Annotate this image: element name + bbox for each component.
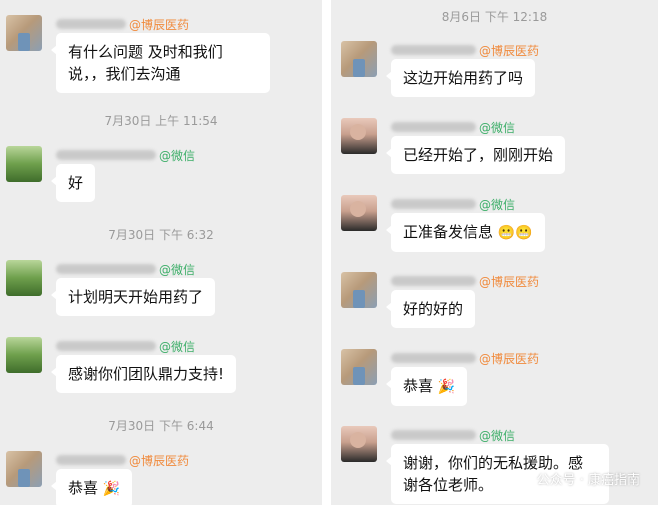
doctor-avatar[interactable] (341, 349, 377, 385)
timestamp: 7月30日 上午 11:54 (104, 114, 218, 128)
sender-org: @微信 (479, 197, 516, 212)
sender-org: @微信 (479, 120, 516, 135)
person-avatar[interactable] (341, 195, 377, 231)
timestamp: 8月6日 下午 12:18 (441, 10, 548, 24)
message-bubble[interactable]: 恭喜 🎉 (50, 469, 133, 505)
sender-meta: @微信 (391, 118, 515, 136)
message-text: 计划明天开始用药了 (68, 288, 204, 306)
person-avatar[interactable] (341, 426, 377, 462)
source-watermark: 公众号 · 康癌指南 (536, 473, 640, 488)
message-bubble[interactable]: 这边开始用药了吗 (385, 59, 536, 97)
message-bubble[interactable]: 恭喜 🎉 (385, 367, 468, 406)
blurred-name (391, 276, 476, 286)
blurred-name (391, 122, 476, 132)
message-bubble[interactable]: 好的好的 (385, 290, 476, 328)
blurred-name (391, 353, 476, 363)
field-avatar[interactable] (6, 337, 42, 373)
sender-meta: @博辰医药 (56, 15, 189, 33)
message-text: 好 (68, 174, 84, 192)
timestamp: 7月30日 下午 6:44 (108, 419, 214, 433)
sender-meta: @博辰医药 (391, 272, 539, 290)
message-bubble[interactable]: 有什么问题 及时和我们说，，我们去沟通 (51, 33, 270, 93)
message-text: 好的好的 (403, 300, 464, 318)
message-bubble[interactable]: 好 (50, 164, 96, 202)
blurred-name (56, 455, 126, 465)
message-text: 恭喜 (403, 377, 434, 395)
sender-org: @博辰医药 (479, 43, 540, 58)
sender-meta: @微信 (56, 337, 195, 355)
blurred-name (56, 19, 126, 29)
field-avatar[interactable] (6, 146, 42, 182)
sender-meta: @博辰医药 (56, 451, 189, 469)
sender-org: @博辰医药 (479, 351, 540, 366)
blurred-name (56, 341, 156, 351)
message-text: 感谢你们团队鼎力支持! (68, 365, 225, 383)
blurred-name (391, 199, 476, 209)
sender-org: @微信 (159, 339, 196, 354)
message-bubble[interactable]: 感谢你们团队鼎力支持! (50, 355, 237, 393)
chat-panel-right: 8月6日 下午 12:18 @博辰医药 这边开始用药了吗 @微信 已经开始了，刚… (331, 0, 658, 505)
sender-meta: @博辰医药 (391, 41, 539, 59)
blurred-name (391, 45, 476, 55)
blurred-name (56, 264, 156, 274)
blurred-name (56, 150, 156, 160)
sender-org: @微信 (159, 262, 196, 277)
sender-meta: @微信 (56, 260, 195, 278)
doctor-avatar[interactable] (341, 272, 377, 308)
sender-meta: @微信 (391, 426, 515, 444)
message-text: 正准备发信息 (403, 223, 494, 241)
sender-org: @博辰医药 (129, 17, 190, 32)
party-popper-icon: 🎉 (102, 481, 121, 497)
message-bubble[interactable]: 正准备发信息 😬😬 (386, 213, 545, 252)
chat-panel-left: @博辰医药 有什么问题 及时和我们说，，我们去沟通 7月30日 上午 11:54… (0, 0, 322, 505)
message-bubble[interactable]: 已经开始了，刚刚开始 (385, 136, 566, 174)
sender-meta: @微信 (391, 195, 515, 213)
sender-org: @博辰医药 (479, 274, 540, 289)
message-text: 已经开始了，刚刚开始 (403, 146, 554, 164)
field-avatar[interactable] (6, 260, 42, 296)
sender-org: @微信 (479, 428, 516, 443)
sender-org: @微信 (159, 148, 196, 163)
message-text: 这边开始用药了吗 (403, 69, 524, 87)
grimace-emoji-icon: 😬😬 (497, 225, 533, 241)
sender-org: @博辰医药 (129, 453, 190, 468)
message-text: 有什么问题 及时和我们说，，我们去沟通 (68, 43, 223, 83)
doctor-avatar[interactable] (6, 451, 42, 487)
person-avatar[interactable] (341, 118, 377, 154)
party-popper-icon: 🎉 (437, 379, 456, 395)
blurred-name (391, 430, 476, 440)
message-text: 恭喜 (68, 479, 99, 497)
doctor-avatar[interactable] (341, 41, 377, 77)
message-bubble[interactable]: 计划明天开始用药了 (50, 278, 216, 316)
timestamp: 7月30日 下午 6:32 (108, 228, 214, 242)
doctor-avatar[interactable] (6, 15, 42, 51)
sender-meta: @微信 (56, 146, 195, 164)
sender-meta: @博辰医药 (391, 349, 539, 367)
